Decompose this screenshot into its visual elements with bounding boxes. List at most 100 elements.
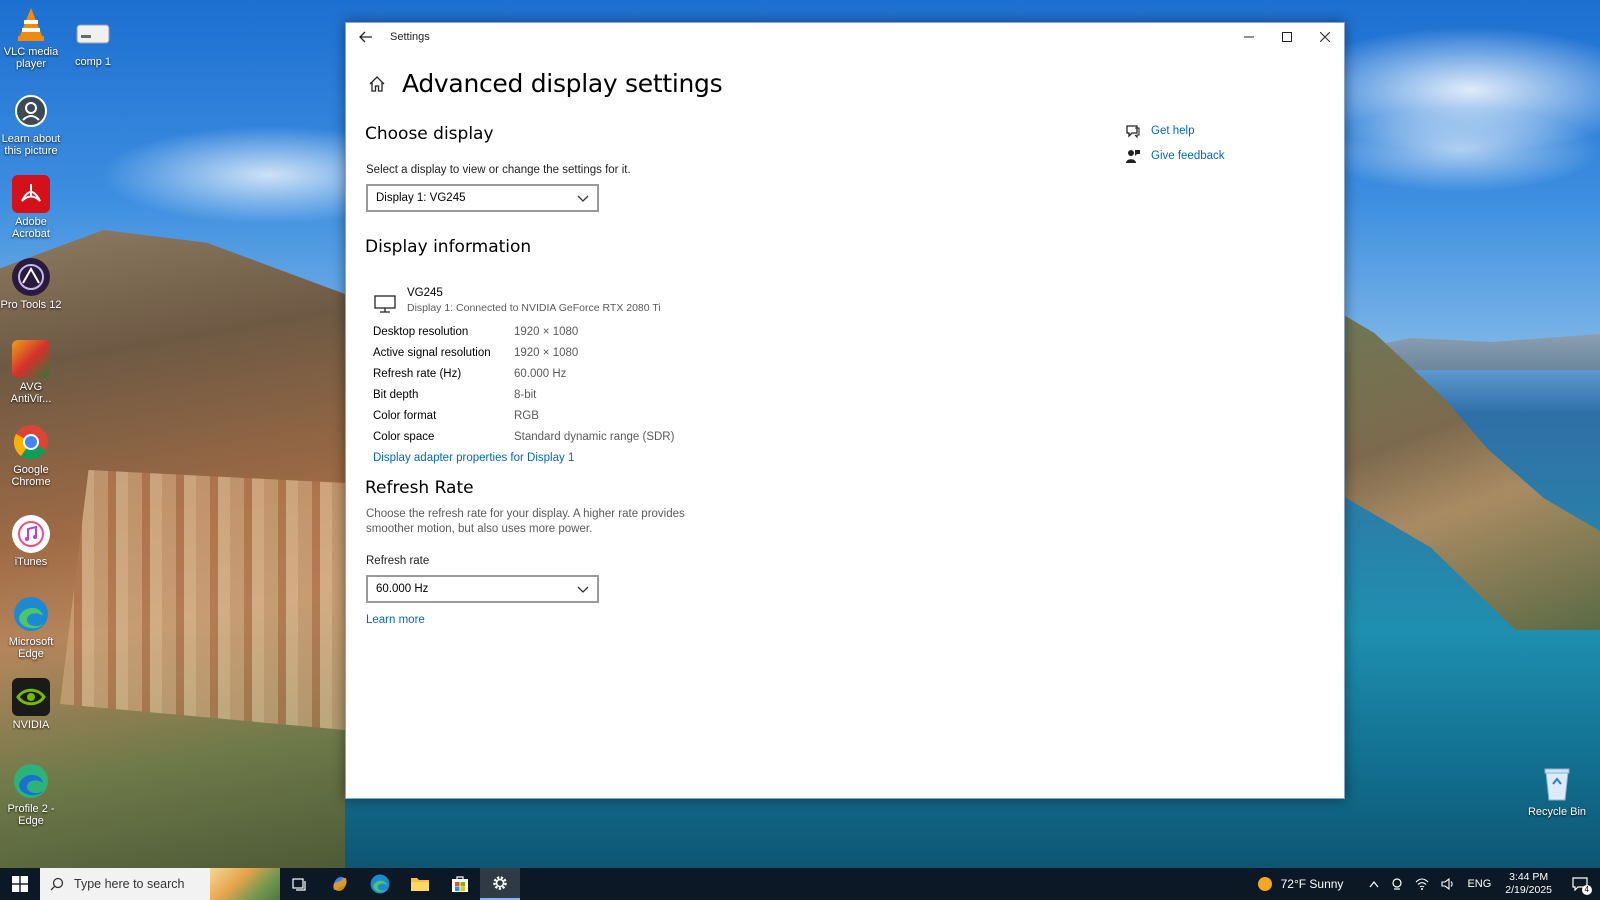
drive-icon	[74, 15, 112, 53]
taskbar-store[interactable]	[440, 868, 480, 900]
give-feedback-link[interactable]: Give feedback	[1125, 143, 1225, 168]
window-title: Settings	[390, 31, 430, 43]
info-row-bit-depth: Bit depth 8-bit	[373, 384, 674, 405]
notifications-button[interactable]: 4	[1560, 877, 1600, 895]
edge-icon	[370, 874, 390, 894]
search-placeholder: Type here to search	[74, 877, 185, 891]
weather-widget[interactable]: 72°F Sunny	[1251, 876, 1350, 892]
volume-button[interactable]	[1435, 878, 1461, 890]
network-button[interactable]	[1409, 878, 1435, 890]
search-highlight-art	[210, 868, 280, 900]
close-button[interactable]	[1306, 23, 1344, 51]
close-icon	[1320, 32, 1330, 42]
chevron-up-icon	[1369, 881, 1379, 888]
desktop-icon-itunes[interactable]: iTunes	[0, 515, 62, 568]
info-row-color-space: Color space Standard dynamic range (SDR)	[373, 426, 674, 447]
taskbar-file-explorer[interactable]	[400, 868, 440, 900]
clock-time: 3:44 PM	[1509, 871, 1549, 883]
vlc-cone-icon	[12, 5, 50, 43]
desktop-icon-nvidia[interactable]: NVIDIA	[0, 678, 62, 731]
protools-icon	[12, 258, 50, 296]
taskbar-search-box[interactable]: Type here to search	[40, 868, 280, 900]
maximize-button[interactable]	[1268, 23, 1306, 51]
info-key: Active signal resolution	[373, 346, 491, 359]
show-hidden-icons-button[interactable]	[1363, 880, 1385, 888]
learn-more-container: Learn more	[366, 614, 425, 626]
info-value: RGB	[514, 409, 539, 422]
back-button[interactable]	[346, 23, 386, 51]
refresh-rate-value: 60.000 Hz	[376, 583, 429, 595]
language-indicator[interactable]: ENG	[1461, 878, 1497, 890]
desktop-icon-learn-picture[interactable]: Learn about this picture	[0, 92, 62, 157]
start-button[interactable]	[0, 868, 40, 900]
webcam-icon	[1392, 878, 1403, 890]
home-icon	[369, 75, 385, 92]
info-key: Color format	[373, 409, 437, 422]
task-view-icon	[292, 878, 306, 891]
adapter-properties-row: Display adapter properties for Display 1	[373, 447, 674, 468]
info-key: Desktop resolution	[373, 325, 469, 338]
display-select-value: Display 1: VG245	[376, 192, 466, 204]
wallpaper-town	[60, 470, 345, 730]
acrobat-icon	[12, 175, 50, 213]
desktop-icon-vlc[interactable]: VLC media player	[0, 5, 62, 70]
taskbar-copilot[interactable]	[320, 868, 360, 900]
weather-text: 72°F Sunny	[1280, 877, 1344, 891]
refresh-rate-select[interactable]: 60.000 Hz	[366, 575, 599, 603]
settings-window: Settings Advanced display settings Choos…	[345, 22, 1345, 799]
info-value: 8-bit	[514, 388, 537, 401]
display-select[interactable]: Display 1: VG245	[366, 184, 599, 212]
desktop-icon-edge[interactable]: Microsoft Edge	[0, 595, 62, 660]
learn-more-link[interactable]: Learn more	[366, 614, 425, 626]
nvidia-icon	[12, 678, 50, 716]
store-bag-icon	[452, 876, 468, 892]
info-value: 1920 × 1080	[514, 325, 579, 338]
desktop-icon-comp1[interactable]: comp 1	[62, 15, 124, 68]
gear-icon	[493, 876, 507, 890]
title-bar: Settings	[346, 23, 1344, 51]
info-value: 1920 × 1080	[514, 346, 579, 359]
give-feedback-label: Give feedback	[1151, 149, 1225, 162]
clock-date: 2/19/2025	[1505, 884, 1552, 896]
avg-icon	[12, 340, 50, 378]
chrome-icon	[12, 423, 50, 461]
copilot-icon	[333, 877, 347, 891]
choose-display-caption: Select a display to view or change the s…	[366, 164, 631, 176]
chevron-down-icon	[577, 195, 589, 202]
adapter-properties-link[interactable]: Display adapter properties for Display 1	[373, 452, 574, 464]
meet-now-button[interactable]	[1385, 878, 1409, 890]
chat-help-icon	[1126, 124, 1140, 138]
windows-logo-icon	[12, 876, 28, 892]
window-controls	[1230, 23, 1344, 51]
recycle-bin-icon	[1538, 765, 1576, 803]
desktop-icon-chrome[interactable]: Google Chrome	[0, 423, 62, 488]
page-title: Advanced display settings	[402, 69, 723, 98]
refresh-description-line1: Choose the refresh rate for your display…	[366, 508, 685, 520]
refresh-rate-label: Refresh rate	[366, 555, 430, 567]
monitor-name: VG245	[407, 287, 443, 299]
notification-badge: 4	[1581, 885, 1592, 895]
task-view-button[interactable]	[280, 868, 320, 900]
refresh-rate-heading: Refresh Rate	[365, 478, 474, 498]
wifi-icon	[1416, 878, 1429, 890]
minimize-icon	[1244, 36, 1254, 38]
desktop-icon-acrobat[interactable]: Adobe Acrobat	[0, 175, 62, 240]
minimize-button[interactable]	[1230, 23, 1268, 51]
help-links: Get help Give feedback	[1125, 118, 1225, 168]
info-row-active-signal-resolution: Active signal resolution 1920 × 1080	[373, 342, 674, 363]
desktop-icon-recycle-bin[interactable]: Recycle Bin	[1524, 765, 1590, 818]
desktop-icon-edge-profile[interactable]: Profile 2 - Edge	[0, 762, 62, 827]
edge-profile-icon	[12, 762, 50, 800]
clock[interactable]: 3:44 PM 2/19/2025	[1497, 871, 1560, 897]
desktop-icon-protools[interactable]: Pro Tools 12	[0, 258, 62, 311]
speaker-icon	[1441, 878, 1454, 890]
choose-display-heading: Choose display	[365, 124, 494, 144]
info-key: Refresh rate (Hz)	[373, 367, 462, 380]
maximize-icon	[1282, 32, 1292, 42]
taskbar-settings[interactable]	[480, 868, 520, 900]
edge-icon	[12, 595, 50, 633]
get-help-link[interactable]: Get help	[1125, 118, 1225, 143]
taskbar-edge[interactable]	[360, 868, 400, 900]
desktop-icon-avg[interactable]: AVG AntiVir...	[0, 340, 62, 405]
home-button[interactable]	[366, 73, 388, 95]
